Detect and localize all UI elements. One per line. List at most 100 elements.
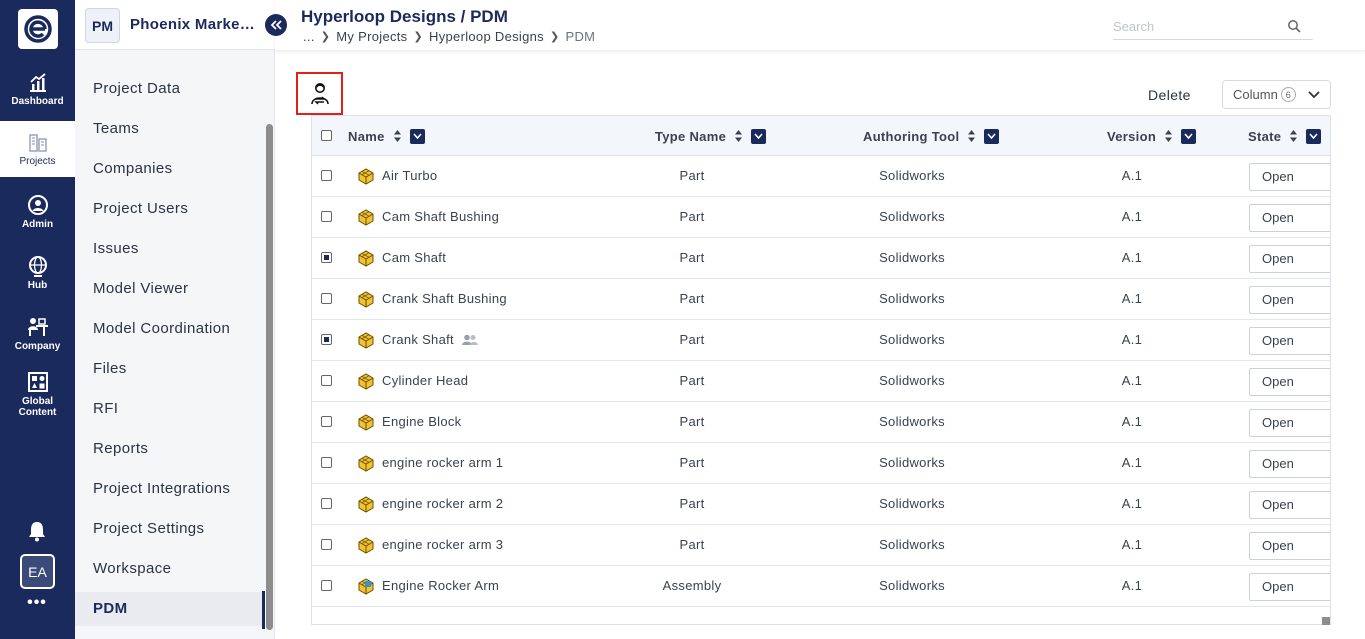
rail-item-company[interactable]: Company <box>0 306 75 362</box>
double-chevron-left-icon <box>270 20 282 30</box>
row-checkbox[interactable] <box>321 375 332 386</box>
rail-item-projects[interactable]: Projects <box>0 121 75 177</box>
state-dropdown[interactable]: Open <box>1249 573 1330 601</box>
table-row[interactable]: engine rocker arm 2 Part Solidworks A.1 … <box>312 484 1330 525</box>
table-row[interactable]: engine rocker arm 3 Part Solidworks A.1 … <box>312 525 1330 566</box>
row-checkbox[interactable] <box>321 457 332 468</box>
app-logo[interactable] <box>18 9 58 49</box>
cell-name[interactable]: Engine Block <box>382 402 461 442</box>
bell-icon[interactable] <box>26 520 48 542</box>
sort-icon[interactable] <box>734 129 743 143</box>
breadcrumb-hyperloop-designs[interactable]: Hyperloop Designs <box>429 29 544 44</box>
user-avatar[interactable]: EA <box>20 554 55 589</box>
search-input[interactable] <box>1113 14 1283 38</box>
user-circle-icon <box>27 195 48 215</box>
column-header-version[interactable]: Version <box>1107 116 1197 156</box>
row-checkbox[interactable] <box>321 293 332 304</box>
column-header-type-name[interactable]: Type Name <box>655 116 767 156</box>
row-checkbox[interactable] <box>321 539 332 550</box>
cell-name[interactable]: Cylinder Head <box>382 361 468 401</box>
sidebar-item-project-integrations[interactable]: Project Integrations <box>75 472 263 506</box>
filter-dropdown-icon[interactable] <box>409 128 425 144</box>
state-dropdown[interactable]: Open <box>1249 368 1330 396</box>
sidebar-item-issues[interactable]: Issues <box>75 232 263 266</box>
search-icon[interactable] <box>1287 19 1301 33</box>
part-icon <box>358 250 374 267</box>
project-name[interactable]: Phoenix Marke… <box>130 16 255 33</box>
sidebar-item-reports[interactable]: Reports <box>75 432 263 466</box>
table-row[interactable]: Engine Rocker Arm Assembly Solidworks A.… <box>312 566 1330 607</box>
sidebar-item-model-viewer[interactable]: Model Viewer <box>75 272 263 306</box>
row-checkbox[interactable] <box>321 498 332 509</box>
state-dropdown[interactable]: Open <box>1249 204 1330 232</box>
filter-dropdown-icon[interactable] <box>984 128 1000 144</box>
filter-dropdown-icon[interactable] <box>751 128 767 144</box>
row-checkbox[interactable] <box>321 416 332 427</box>
select-all-checkbox[interactable] <box>321 130 332 141</box>
column-header-authoring-tool[interactable]: Authoring Tool <box>863 116 1000 156</box>
rail-item-dashboard[interactable]: Dashboard <box>0 62 75 118</box>
sidebar-item-companies[interactable]: Companies <box>75 152 263 186</box>
cell-name[interactable]: engine rocker arm 3 <box>382 525 503 565</box>
row-checkbox[interactable] <box>321 211 332 222</box>
page-title: Hyperloop Designs / PDM <box>301 7 508 26</box>
sidebar-item-project-settings[interactable]: Project Settings <box>75 512 263 546</box>
rail-item-hub[interactable]: Hub <box>0 245 75 301</box>
cell-name[interactable]: engine rocker arm 2 <box>382 484 503 524</box>
cell-name[interactable]: Cam Shaft <box>382 238 446 278</box>
state-dropdown[interactable]: Open <box>1249 245 1330 273</box>
table-row[interactable]: Cylinder Head Part Solidworks A.1 Open <box>312 361 1330 402</box>
sidebar-item-teams[interactable]: Teams <box>75 112 263 146</box>
sidebar-item-workspace[interactable]: Workspace <box>75 552 263 586</box>
state-dropdown[interactable]: Open <box>1249 450 1330 478</box>
sort-icon[interactable] <box>967 129 976 143</box>
collapse-sidebar-button[interactable] <box>265 14 287 36</box>
cell-name[interactable]: Engine Rocker Arm <box>382 566 499 606</box>
row-checkbox[interactable] <box>321 580 332 591</box>
sidebar-scrollbar[interactable] <box>266 124 273 630</box>
change-owner-button[interactable] <box>296 72 343 115</box>
cell-name[interactable]: Air Turbo <box>382 156 437 196</box>
table-row[interactable]: Air Turbo Part Solidworks A.1 Open <box>312 156 1330 197</box>
column-selector[interactable]: Column 6 <box>1222 80 1331 109</box>
column-header-state[interactable]: State <box>1248 116 1322 156</box>
more-icon[interactable]: ••• <box>22 594 52 614</box>
state-dropdown[interactable]: Open <box>1249 491 1330 519</box>
state-dropdown[interactable]: Open <box>1249 327 1330 355</box>
table-row[interactable]: Cam Shaft Part Solidworks A.1 Open <box>312 238 1330 279</box>
sidebar-item-rfi[interactable]: RFI <box>75 392 263 426</box>
breadcrumb-my-projects[interactable]: My Projects <box>336 29 407 44</box>
row-checkbox[interactable] <box>321 252 332 263</box>
cell-name[interactable]: engine rocker arm 1 <box>382 443 503 483</box>
cell-name[interactable]: Crank Shaft <box>382 320 454 360</box>
filter-dropdown-icon[interactable] <box>1181 128 1197 144</box>
column-header-name[interactable]: Name <box>348 116 425 156</box>
rail-item-global-content[interactable]: Global Content <box>0 364 75 424</box>
sidebar-item-files[interactable]: Files <box>75 352 263 386</box>
sidebar-item-pdm[interactable]: PDM <box>75 592 263 626</box>
sort-icon[interactable] <box>1289 129 1298 143</box>
filter-dropdown-icon[interactable] <box>1306 128 1322 144</box>
table-row[interactable]: Engine Block Part Solidworks A.1 Open <box>312 402 1330 443</box>
sidebar-item-project-data[interactable]: Project Data <box>75 72 263 106</box>
table-row[interactable]: Cam Shaft Bushing Part Solidworks A.1 Op… <box>312 197 1330 238</box>
state-dropdown[interactable]: Open <box>1249 409 1330 437</box>
sort-icon[interactable] <box>1164 129 1173 143</box>
row-checkbox[interactable] <box>321 334 332 345</box>
state-dropdown[interactable]: Open <box>1249 286 1330 314</box>
cell-name[interactable]: Cam Shaft Bushing <box>382 197 499 237</box>
state-dropdown[interactable]: Open <box>1249 163 1330 191</box>
sidebar-item-project-users[interactable]: Project Users <box>75 192 263 226</box>
delete-button[interactable]: Delete <box>1148 87 1191 103</box>
table-row[interactable]: Crank Shaft Bushing Part Solidworks A.1 … <box>312 279 1330 320</box>
table-row[interactable]: engine rocker arm 1 Part Solidworks A.1 … <box>312 443 1330 484</box>
resize-corner[interactable] <box>1322 617 1330 625</box>
table-row[interactable]: Crank Shaft Part Solidworks A.1 Open <box>312 320 1330 361</box>
sort-icon[interactable] <box>393 129 402 143</box>
sidebar-item-model-coordination[interactable]: Model Coordination <box>75 312 263 346</box>
state-dropdown[interactable]: Open <box>1249 532 1330 560</box>
rail-item-admin[interactable]: Admin <box>0 184 75 240</box>
row-checkbox[interactable] <box>321 170 332 181</box>
breadcrumb-ellipsis[interactable]: ... <box>303 29 315 44</box>
cell-name[interactable]: Crank Shaft Bushing <box>382 279 507 319</box>
